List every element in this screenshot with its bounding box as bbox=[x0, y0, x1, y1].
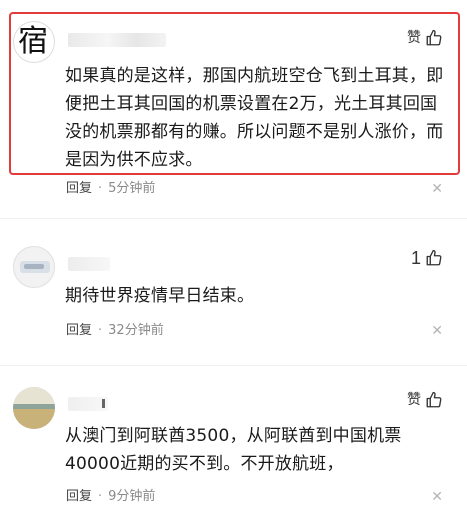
like-button[interactable]: 赞 bbox=[407, 28, 443, 48]
reply-button[interactable]: 回复 bbox=[66, 488, 92, 506]
meta-separator: · bbox=[98, 489, 103, 504]
close-icon[interactable]: ✕ bbox=[431, 488, 443, 506]
avatar[interactable] bbox=[13, 246, 55, 288]
comment-item: 1 期待世界疫情早日结束。 回复 · 32分钟前 ✕ bbox=[0, 232, 467, 362]
avatar[interactable]: 宿 bbox=[13, 21, 55, 63]
meta-separator: · bbox=[98, 181, 103, 196]
comment-item: 赞 从澳门到阿联酋3500，从阿联酋到中国机票40000近期的买不到。不开放航班… bbox=[0, 372, 467, 520]
comment-text: 如果真的是这样，那国内航班空仓飞到土耳其，即便把土耳其回国的机票设置在2万，光土… bbox=[65, 66, 444, 170]
comment-time: 5分钟前 bbox=[108, 181, 156, 196]
close-icon[interactable]: ✕ bbox=[431, 322, 443, 340]
comment-time: 32分钟前 bbox=[108, 323, 164, 338]
username-blurred[interactable] bbox=[68, 397, 108, 411]
username-blurred[interactable] bbox=[68, 257, 110, 271]
comment-time: 9分钟前 bbox=[108, 489, 156, 504]
reply-button[interactable]: 回复 bbox=[66, 322, 92, 340]
avatar-image-detail bbox=[24, 264, 44, 269]
comment-meta: 回复 · 5分钟前 bbox=[66, 180, 155, 198]
like-button[interactable]: 赞 bbox=[407, 390, 443, 410]
reply-button[interactable]: 回复 bbox=[66, 180, 92, 198]
avatar-glyph: 宿 bbox=[18, 24, 48, 59]
comment-item: 宿 赞 如果真的是这样，那国内航班空仓飞到土耳其，即便把土耳其回国的机票设置在2… bbox=[0, 0, 467, 210]
divider bbox=[0, 365, 467, 366]
thumbs-up-icon bbox=[425, 249, 443, 267]
comment-text: 从澳门到阿联酋3500，从阿联酋到中国机票40000近期的买不到。不开放航班， bbox=[65, 426, 402, 474]
comment-text: 期待世界疫情早日结束。 bbox=[65, 286, 255, 306]
like-label: 赞 bbox=[407, 392, 421, 408]
like-count: 1 bbox=[410, 248, 421, 268]
thumbs-up-icon bbox=[425, 391, 443, 409]
thumbs-up-icon bbox=[425, 29, 443, 47]
meta-separator: · bbox=[98, 323, 103, 338]
like-label: 赞 bbox=[407, 30, 421, 46]
username-blurred[interactable] bbox=[68, 33, 166, 47]
avatar[interactable] bbox=[13, 387, 55, 429]
comment-meta: 回复 · 32分钟前 bbox=[66, 322, 164, 340]
close-icon[interactable]: ✕ bbox=[431, 180, 443, 198]
avatar-image bbox=[13, 387, 55, 405]
like-button[interactable]: 1 bbox=[411, 247, 443, 269]
divider bbox=[0, 218, 467, 219]
username-mark bbox=[102, 399, 105, 408]
avatar-image-detail bbox=[13, 409, 55, 429]
comment-meta: 回复 · 9分钟前 bbox=[66, 488, 155, 506]
